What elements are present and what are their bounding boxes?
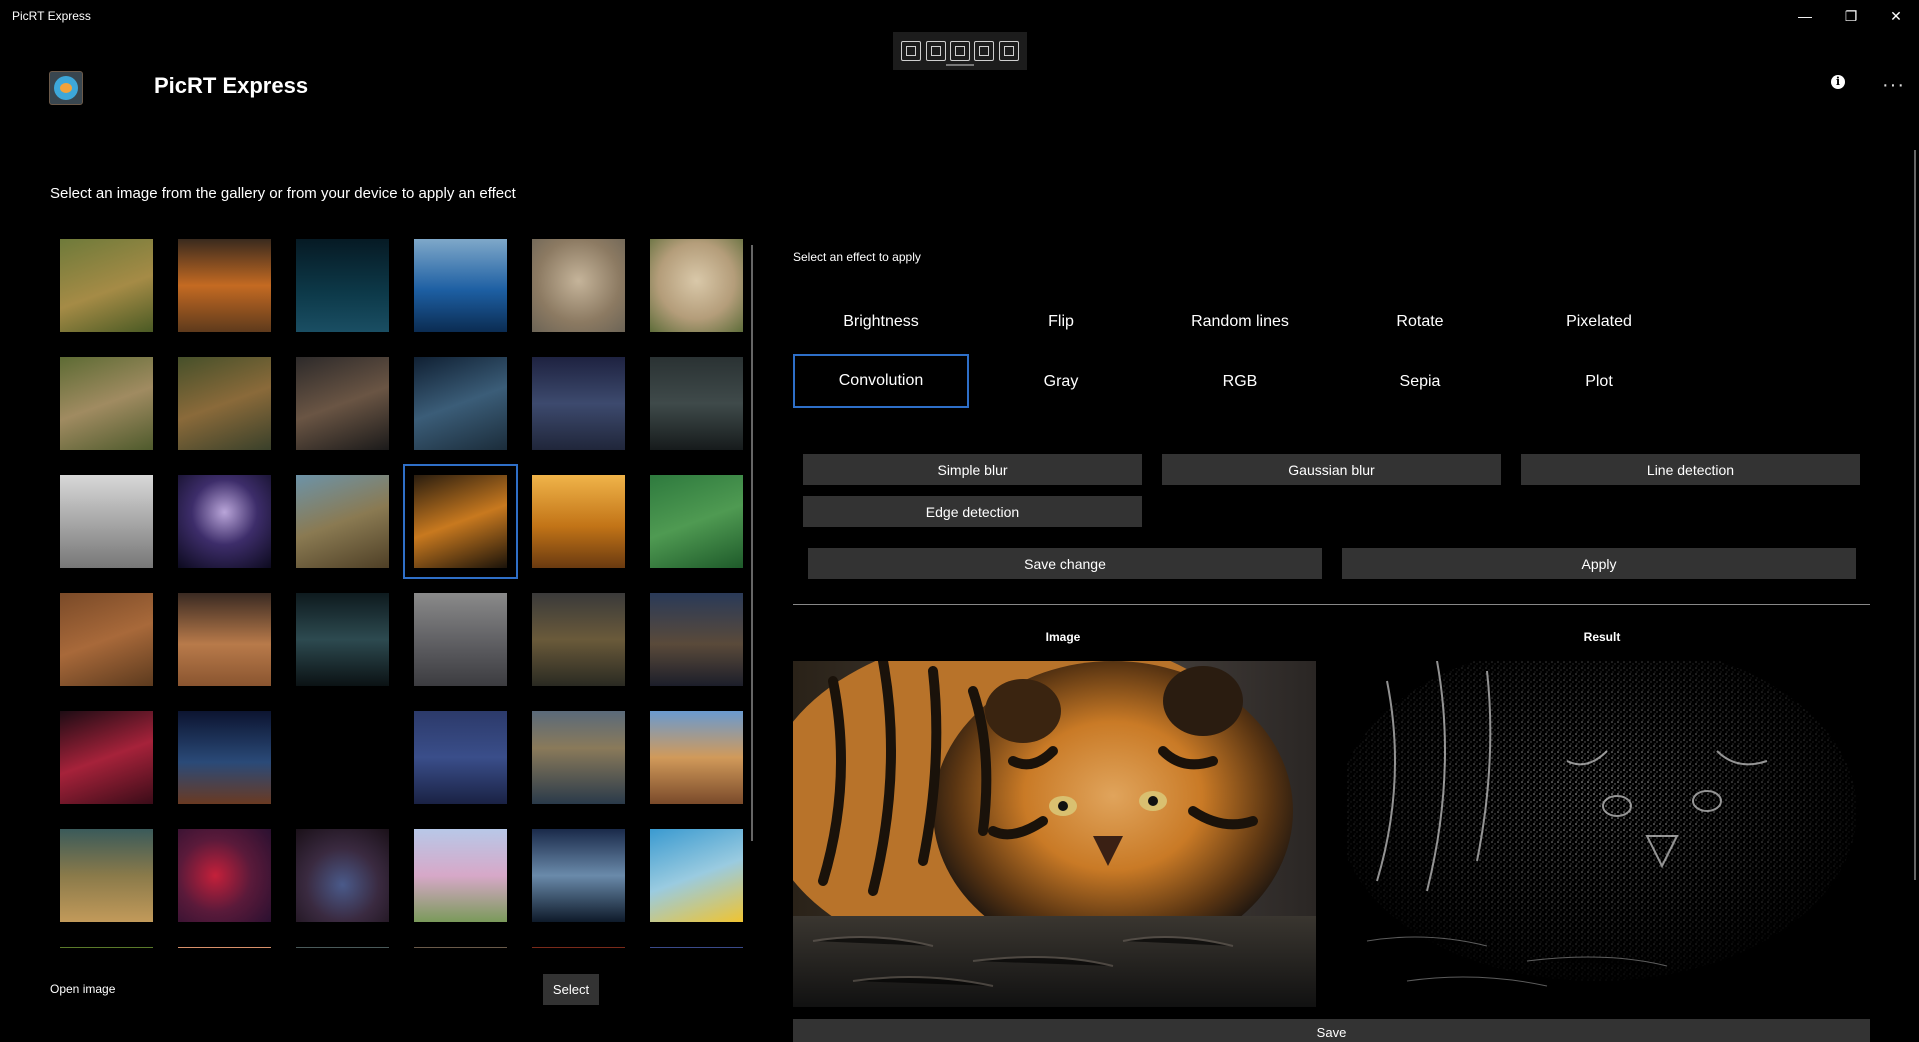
edge-result-photo — [1347, 661, 1870, 1007]
gallery-thumb[interactable] — [178, 711, 271, 804]
gallery-thumb[interactable] — [178, 593, 271, 686]
gallery-thumb[interactable] — [532, 711, 625, 804]
gallery-thumb[interactable] — [414, 593, 507, 686]
gallery-thumb[interactable] — [178, 829, 271, 922]
close-button[interactable]: ✕ — [1873, 0, 1919, 32]
gallery-thumb[interactable] — [60, 829, 153, 922]
effect-plot[interactable]: Plot — [1529, 355, 1669, 409]
title-bar: PicRT Express — ❐ ✕ — [0, 0, 1919, 32]
window-title: PicRT Express — [12, 9, 91, 23]
effect-rotate[interactable]: Rotate — [1350, 295, 1490, 349]
gallery-thumb[interactable] — [178, 239, 271, 332]
gallery-thumb[interactable] — [178, 475, 271, 568]
instruction-text: Select an image from the gallery or from… — [50, 185, 516, 202]
gallery-thumb[interactable] — [60, 947, 153, 948]
gallery-thumb[interactable] — [650, 947, 743, 948]
layout-adorners-icon[interactable] — [998, 41, 1019, 61]
track-focus-icon[interactable] — [974, 41, 995, 61]
image-caption: Image — [1045, 630, 1081, 644]
gallery-thumb[interactable] — [60, 357, 153, 450]
gallery-thumb-selected[interactable] — [403, 464, 518, 579]
page-scrollbar[interactable] — [1914, 150, 1916, 880]
gallery-thumb[interactable] — [414, 711, 507, 804]
simple-blur-button[interactable]: Simple blur — [803, 454, 1142, 485]
result-caption: Result — [1583, 630, 1621, 644]
more-options-icon[interactable]: ··· — [1882, 74, 1905, 97]
gallery-thumb[interactable] — [532, 593, 625, 686]
save-change-button[interactable]: Save change — [808, 548, 1322, 579]
gallery-thumb[interactable] — [650, 829, 743, 922]
gaussian-blur-button[interactable]: Gaussian blur — [1162, 454, 1501, 485]
effect-sepia[interactable]: Sepia — [1350, 355, 1490, 409]
gallery-thumb[interactable] — [414, 829, 507, 922]
gallery-thumb[interactable] — [650, 239, 743, 332]
gallery-thumb[interactable] — [296, 357, 389, 450]
gallery-thumb[interactable] — [414, 357, 507, 450]
effect-pixelated[interactable]: Pixelated — [1529, 295, 1669, 349]
edge-detection-button[interactable]: Edge detection — [803, 496, 1142, 527]
apply-button[interactable]: Apply — [1342, 548, 1856, 579]
minimize-icon: — — [1798, 8, 1812, 24]
effect-label: Select an effect to apply — [793, 250, 921, 264]
tiger-photo — [793, 661, 1316, 1007]
effect-random-lines[interactable]: Random lines — [1170, 295, 1310, 349]
original-image — [793, 661, 1316, 1007]
open-image-label: Open image — [50, 982, 116, 996]
live-tree-icon[interactable] — [901, 41, 922, 61]
gallery-thumb[interactable] — [60, 239, 153, 332]
gallery-thumb[interactable] — [414, 239, 507, 332]
gallery-thumb[interactable] — [650, 593, 743, 686]
gallery-thumb[interactable] — [650, 711, 743, 804]
gallery-thumb[interactable] — [296, 239, 389, 332]
gallery-thumb[interactable] — [296, 829, 389, 922]
gallery-thumb[interactable] — [178, 947, 271, 948]
app-title: PicRT Express — [154, 73, 309, 98]
gallery-thumb[interactable] — [532, 357, 625, 450]
toolbar-grip[interactable] — [946, 64, 974, 66]
gallery-thumb[interactable] — [60, 711, 153, 804]
divider — [793, 604, 1870, 605]
restore-icon: ❐ — [1844, 7, 1858, 24]
select-button[interactable]: Select — [543, 974, 599, 1005]
gallery-thumb[interactable] — [178, 357, 271, 450]
display-adorners-icon[interactable] — [949, 41, 970, 61]
gallery-thumb[interactable] — [532, 947, 625, 948]
gallery-thumb[interactable] — [60, 593, 153, 686]
app-logo-icon — [49, 71, 83, 105]
app-window: PicRT Express — ❐ ✕ PicRT Express i ··· … — [0, 0, 1919, 1042]
gallery-thumb[interactable] — [532, 829, 625, 922]
gallery-thumb[interactable] — [414, 947, 507, 948]
gallery-thumb[interactable] — [650, 357, 743, 450]
result-image — [1347, 661, 1870, 1007]
minimize-button[interactable]: — — [1782, 0, 1828, 32]
maximize-button[interactable]: ❐ — [1828, 0, 1874, 32]
gallery-thumb[interactable] — [296, 711, 389, 804]
debug-toolbar — [893, 32, 1027, 70]
gallery-thumb[interactable] — [532, 239, 625, 332]
save-button[interactable]: Save — [793, 1019, 1870, 1042]
close-icon: ✕ — [1890, 7, 1902, 24]
gallery-scrollbar[interactable] — [751, 245, 753, 841]
save-label: Save — [1316, 1025, 1347, 1040]
effect-rgb[interactable]: RGB — [1170, 355, 1310, 409]
info-icon[interactable]: i — [1831, 75, 1845, 89]
effect-brightness[interactable]: Brightness — [811, 295, 951, 349]
select-element-icon[interactable] — [925, 41, 946, 61]
effect-gray[interactable]: Gray — [991, 355, 1131, 409]
effect-convolution[interactable]: Convolution — [793, 354, 969, 408]
gallery-thumb[interactable] — [296, 593, 389, 686]
gallery-thumb[interactable] — [60, 475, 153, 568]
image-gallery — [50, 228, 750, 948]
line-detection-button[interactable]: Line detection — [1521, 454, 1860, 485]
gallery-thumb[interactable] — [296, 475, 389, 568]
gallery-thumb[interactable] — [296, 947, 389, 948]
gallery-thumb[interactable] — [532, 475, 625, 568]
effect-flip[interactable]: Flip — [991, 295, 1131, 349]
gallery-thumb[interactable] — [650, 475, 743, 568]
